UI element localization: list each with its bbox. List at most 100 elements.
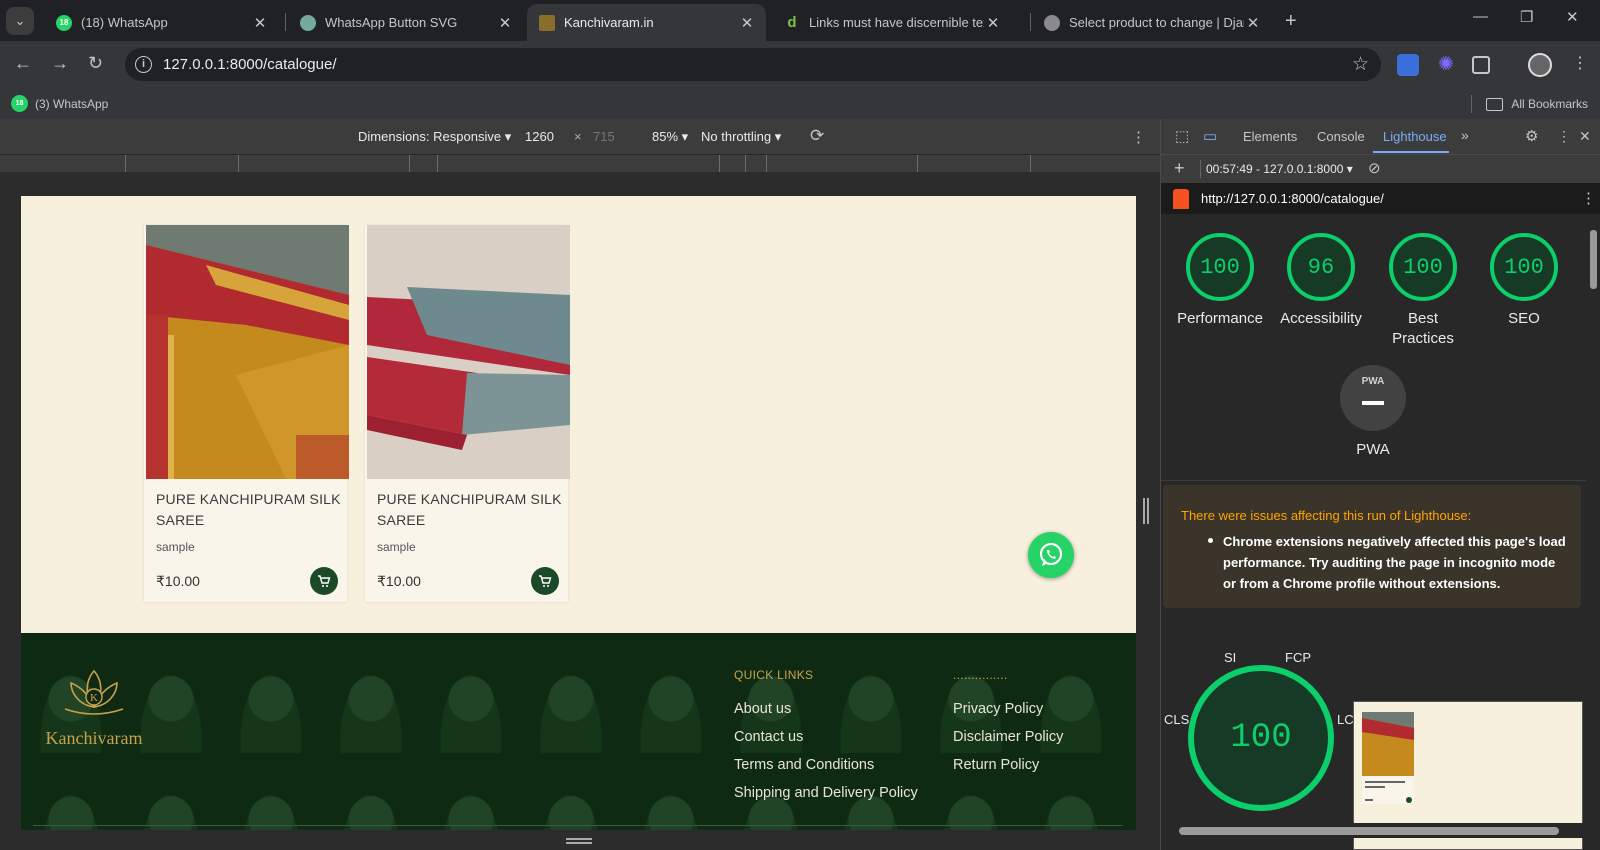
zoom-label: 85% [652,129,679,144]
close-icon[interactable]: ✕ [738,14,756,32]
product-name[interactable]: PURE KANCHIPURAM SILK SAREE [377,489,562,531]
cart-icon [318,575,331,587]
bookmark-label: (3) WhatsApp [35,96,109,111]
footer-link-return[interactable]: Return Policy [953,757,1039,773]
product-card[interactable]: PURE KANCHIPURAM SILK SAREE sample ₹10.0… [144,225,349,602]
devtools-menu-icon[interactable]: ⋮ [1557,128,1571,145]
device-toolbar: Dimensions: Responsive ▾ 1260 × 715 85% … [0,119,1160,154]
tab-strip: ⌄ 18 (18) WhatsApp ✕ WhatsApp Button SVG… [0,0,1600,41]
tab-console[interactable]: Console [1317,129,1365,144]
all-bookmarks[interactable]: All Bookmarks [1471,95,1588,113]
metric-cls[interactable]: CLS [1164,712,1189,727]
product-image[interactable] [146,225,349,479]
zoom-dropdown[interactable]: 85% ▾ [652,129,688,145]
resize-handle-bottom[interactable] [566,838,592,844]
lighthouse-report: 100 Performance 96 Accessibility 100 Bes… [1161,214,1586,850]
score-gauge-best-practices[interactable]: 100 [1389,233,1457,301]
tab-whatsapp-svg[interactable]: WhatsApp Button SVG ✕ [288,4,524,41]
footer-link-disclaimer[interactable]: Disclaimer Policy [953,729,1063,745]
score-gauge-performance[interactable]: 100 [1186,233,1254,301]
tab-lighthouse[interactable]: Lighthouse [1383,129,1447,144]
footer-logo[interactable]: K Kanchivaram [39,667,149,749]
more-tabs-icon[interactable]: » [1461,127,1469,143]
extension-icon[interactable] [1397,54,1419,76]
cart-icon [539,575,552,587]
product-name[interactable]: PURE KANCHIPURAM SILK SAREE [156,489,341,531]
close-icon[interactable]: ✕ [984,14,1002,32]
report-url[interactable]: http://127.0.0.1:8000/catalogue/ [1201,191,1384,206]
footer-link-terms[interactable]: Terms and Conditions [734,757,874,773]
forward-button[interactable]: → [51,53,69,74]
media-query-ruler [0,154,1160,173]
add-to-cart-button[interactable] [310,567,338,595]
ruler-tick [745,155,746,173]
report-selector[interactable]: 00:57:49 - 127.0.0.1:8000 ▾ [1206,162,1353,176]
footer-link-privacy[interactable]: Privacy Policy [953,701,1043,717]
restore-button[interactable]: ❐ [1520,8,1533,26]
site-info-icon[interactable]: i [135,56,152,73]
add-to-cart-button[interactable] [531,567,559,595]
product-card[interactable]: PURE KANCHIPURAM SILK SAREE sample ₹10.0… [365,225,570,602]
new-tab-button[interactable]: + [1285,10,1297,33]
tab-search-button[interactable]: ⌄ [6,7,34,35]
close-devtools-icon[interactable]: ✕ [1579,128,1591,145]
bookmark-label: All Bookmarks [1511,97,1588,111]
warning-box: There were issues affecting this run of … [1163,485,1581,608]
performance-gauge-large[interactable]: 100 [1188,665,1334,811]
height-input[interactable]: 715 [593,129,615,144]
width-input[interactable]: 1260 [525,129,554,144]
minimize-button[interactable]: — [1473,8,1488,25]
horizontal-scrollbar[interactable] [1161,823,1586,838]
vertical-scrollbar[interactable] [1586,214,1600,823]
score-gauge-seo[interactable]: 100 [1490,233,1558,301]
close-window-button[interactable]: ✕ [1566,8,1579,26]
tab-deque[interactable]: d Links must have discernible text ✕ [772,4,1012,41]
scrollbar-thumb[interactable] [1590,230,1597,289]
rotate-icon[interactable]: ⟳ [810,126,824,146]
extension-gear-icon[interactable]: ✺ [1435,54,1457,76]
bookmark-star-icon[interactable]: ☆ [1352,53,1369,76]
back-button[interactable]: ← [14,53,32,74]
toolbar-separator [1200,160,1201,178]
extensions-puzzle-icon[interactable] [1472,56,1490,74]
resize-handle-right[interactable] [1143,498,1149,524]
close-icon[interactable]: ✕ [1244,14,1262,32]
footer-link-contact[interactable]: Contact us [734,729,803,745]
device-menu-icon[interactable]: ⋮ [1131,128,1146,146]
inspect-element-icon[interactable]: ⬚ [1175,127,1189,145]
close-icon[interactable]: ✕ [251,14,269,32]
device-toggle-icon[interactable]: ▭ [1203,127,1217,145]
profile-avatar[interactable] [1528,53,1552,77]
clear-icon[interactable]: ⊘ [1368,159,1381,177]
metric-si[interactable]: SI [1224,650,1236,665]
tab-whatsapp[interactable]: 18 (18) WhatsApp ✕ [44,4,279,41]
reload-button[interactable]: ↻ [88,53,103,74]
score-label: Accessibility [1280,310,1362,327]
dimensions-dropdown[interactable]: Dimensions: Responsive ▾ [358,129,511,145]
throttling-dropdown[interactable]: No throttling ▾ [701,129,781,145]
warning-item: Chrome extensions negatively affected th… [1223,534,1566,591]
close-icon[interactable]: ✕ [496,14,514,32]
settings-gear-icon[interactable]: ⚙ [1525,127,1538,145]
footer-link-shipping[interactable]: Shipping and Delivery Policy [734,785,918,801]
scrollbar-thumb[interactable] [1179,827,1559,835]
pwa-badge[interactable]: PWA [1340,365,1406,431]
chrome-menu-icon[interactable]: ⋮ [1572,53,1588,73]
ruler-tick [766,155,767,173]
bookmark-whatsapp[interactable]: 18 (3) WhatsApp [11,95,108,112]
tab-elements[interactable]: Elements [1243,129,1297,144]
ruler-tick [1030,155,1031,173]
metric-fcp[interactable]: FCP [1285,650,1311,665]
address-bar[interactable]: i 127.0.0.1:8000/catalogue/ ☆ [125,48,1381,81]
new-report-icon[interactable]: + [1174,158,1185,179]
footer-link-about[interactable]: About us [734,701,791,717]
site-footer: K Kanchivaram QUICK LINKS ..............… [21,633,1136,834]
score-gauge-accessibility[interactable]: 96 [1287,233,1355,301]
tab-separator [285,13,286,31]
tab-kanchivaram[interactable]: Kanchivaram.in ✕ [527,4,766,41]
tab-django[interactable]: Select product to change | Djan ✕ [1032,4,1272,41]
product-image[interactable] [367,225,570,479]
bookmarks-bar: 18 (3) WhatsApp All Bookmarks [0,88,1600,119]
report-menu-icon[interactable]: ⋮ [1581,189,1596,207]
whatsapp-float-button[interactable] [1028,532,1074,578]
